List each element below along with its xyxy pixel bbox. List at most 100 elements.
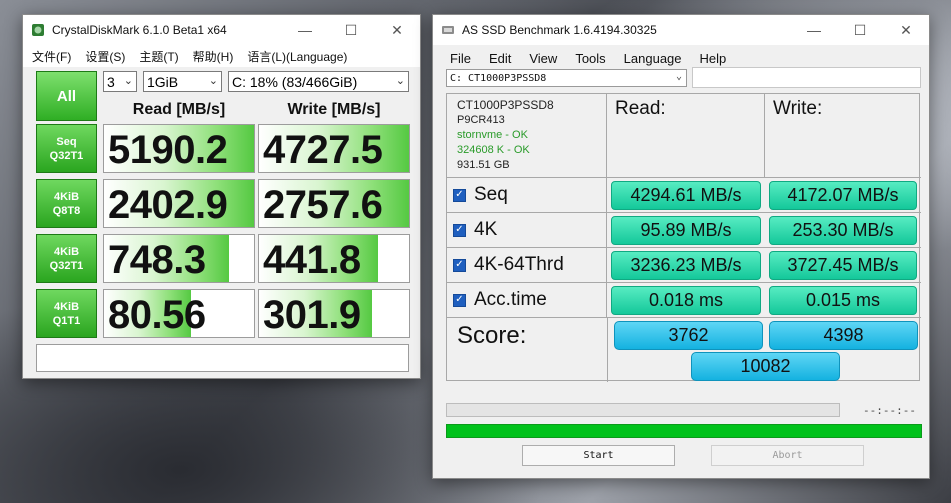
elapsed-time: --:--:--: [863, 404, 916, 417]
result-value: 748.3: [108, 238, 206, 282]
write-result: 253.30 MB/s: [769, 216, 917, 245]
drive-select-value: C: CT1000P3PSSD8: [450, 72, 547, 84]
test-4k-64thrd-checkbox[interactable]: ✓ 4K-64Thrd: [447, 248, 607, 282]
row-label-line2: Q32T1: [49, 259, 84, 272]
as-ssd-window: AS SSD Benchmark 1.6.4194.30325 — ☐ ✕ Fi…: [432, 14, 930, 479]
chevron-down-icon: ⌄: [208, 75, 218, 87]
read-result: 95.89 MB/s: [611, 216, 761, 245]
test-seq-q32t1-button[interactable]: Seq Q32T1: [36, 124, 97, 173]
drive-info-field: [692, 67, 921, 88]
score-section: Score: 3762 4398 10082: [447, 318, 921, 382]
as-ssd-titlebar[interactable]: AS SSD Benchmark 1.6.4194.30325 — ☐ ✕: [433, 15, 929, 45]
read-result: 4294.61 MB/s: [611, 181, 761, 210]
maximize-icon[interactable]: ☐: [328, 15, 374, 45]
menu-settings[interactable]: 设置(S): [78, 48, 132, 65]
menu-language[interactable]: Language: [615, 51, 691, 66]
checkmark-icon: ✓: [453, 223, 466, 237]
menu-file[interactable]: File: [441, 51, 480, 66]
result-value: 441.8: [263, 238, 361, 282]
score-read: 3762: [614, 321, 763, 350]
row-label-line1: 4KiB: [53, 245, 80, 258]
maximize-icon[interactable]: ☐: [837, 15, 883, 45]
run-all-button[interactable]: All: [36, 71, 97, 121]
read-column-header: Read:: [607, 94, 765, 178]
menu-theme[interactable]: 主题(T): [132, 48, 185, 65]
menu-view[interactable]: View: [520, 51, 566, 66]
close-icon[interactable]: ✕: [883, 15, 929, 45]
result-read-cell: 5190.2: [103, 124, 255, 173]
drive-select[interactable]: C: CT1000P3PSSD8 ⌄: [446, 69, 687, 87]
result-value: 5190.2: [108, 128, 228, 172]
menu-help[interactable]: Help: [691, 51, 736, 66]
menu-edit[interactable]: Edit: [480, 51, 520, 66]
test-4kib-q8t8-button[interactable]: 4KiB Q8T8: [36, 179, 97, 228]
row-label-line1: Seq: [56, 135, 77, 148]
score-divider: [607, 318, 608, 382]
checkmark-icon: ✓: [453, 188, 466, 202]
test-4kib-q1t1-button[interactable]: 4KiB Q1T1: [36, 289, 97, 338]
crystaldiskmark-app-icon: [32, 24, 44, 36]
drive-model: CT1000P3PSSD8: [457, 98, 554, 112]
benchmark-grid: CT1000P3PSSD8 P9CR413 stornvme - OK 3246…: [446, 93, 921, 382]
test-count-value: 3: [107, 73, 115, 90]
menu-help[interactable]: 帮助(H): [186, 48, 241, 65]
menu-tools[interactable]: Tools: [566, 51, 614, 66]
result-write-cell: 441.8: [258, 234, 410, 283]
close-icon[interactable]: ✕: [374, 15, 420, 45]
write-result: 4172.07 MB/s: [769, 181, 917, 210]
test-4kib-q32t1-button[interactable]: 4KiB Q32T1: [36, 234, 97, 283]
test-name-label: Seq: [474, 184, 508, 205]
result-read-cell: 2402.9: [103, 179, 255, 228]
minimize-icon[interactable]: —: [791, 15, 837, 45]
score-total: 10082: [691, 352, 840, 381]
test-4k-checkbox[interactable]: ✓ 4K: [447, 213, 607, 247]
cdm-titlebar[interactable]: CrystalDiskMark 6.1.0 Beta1 x64 — ☐ ✕: [23, 15, 420, 45]
cdm-menubar: 文件(F) 设置(S) 主题(T) 帮助(H) 语言(L)(Language): [23, 45, 420, 67]
test-name-label: 4K-64Thrd: [474, 254, 564, 275]
test-row: ✓ 4K 95.89 MB/s 253.30 MB/s: [447, 213, 921, 248]
as-ssd-window-title: AS SSD Benchmark 1.6.4194.30325: [462, 23, 657, 37]
result-write-cell: 301.9: [258, 289, 410, 338]
test-name-label: 4K: [474, 219, 498, 240]
total-progress-bar: [446, 424, 922, 438]
drive-select[interactable]: C: 18% (83/466GiB) ⌄: [228, 71, 409, 92]
abort-button[interactable]: Abort: [711, 445, 864, 466]
start-button[interactable]: Start: [522, 445, 675, 466]
test-count-select[interactable]: 3 ⌄: [103, 71, 137, 92]
checkmark-icon: ✓: [453, 293, 466, 307]
result-read-cell: 748.3: [103, 234, 255, 283]
read-result: 0.018 ms: [611, 286, 761, 315]
menu-file[interactable]: 文件(F): [25, 48, 78, 65]
test-row: ✓ Acc.time 0.018 ms 0.015 ms: [447, 283, 921, 318]
drive-value: C: 18% (83/466GiB): [232, 73, 358, 90]
test-seq-checkbox[interactable]: ✓ Seq: [447, 178, 607, 212]
result-value: 2757.6: [263, 183, 383, 227]
cdm-body: All 3 ⌄ 1GiB ⌄ C: 18% (83/466GiB) ⌄ Read…: [23, 67, 420, 378]
menu-language[interactable]: 语言(L)(Language): [240, 48, 354, 65]
test-progress-bar: [446, 403, 840, 417]
minimize-icon[interactable]: —: [282, 15, 328, 45]
result-write-cell: 2757.6: [258, 179, 410, 228]
read-result: 3236.23 MB/s: [611, 251, 761, 280]
driver-status: stornvme - OK: [457, 129, 528, 141]
drive-info-panel: CT1000P3PSSD8 P9CR413 stornvme - OK 3246…: [447, 94, 607, 178]
write-result: 0.015 ms: [769, 286, 917, 315]
row-label-line1: 4KiB: [53, 190, 80, 203]
row-label-line2: Q32T1: [49, 149, 84, 162]
row-label-line1: 4KiB: [53, 300, 80, 313]
test-row: ✓ 4K-64Thrd 3236.23 MB/s 3727.45 MB/s: [447, 248, 921, 283]
result-value: 301.9: [263, 293, 361, 337]
checkmark-icon: ✓: [453, 258, 466, 272]
test-size-select[interactable]: 1GiB ⌄: [143, 71, 222, 92]
write-column-header: Write:: [765, 94, 921, 178]
test-acc-time-checkbox[interactable]: ✓ Acc.time: [447, 283, 607, 317]
chevron-down-icon: ⌄: [395, 75, 405, 87]
result-value: 80.56: [108, 293, 206, 337]
test-size-value: 1GiB: [147, 73, 179, 90]
result-write-cell: 4727.5: [258, 124, 410, 173]
write-column-header: Write [MB/s]: [287, 101, 381, 118]
comment-field[interactable]: [36, 344, 409, 372]
score-label: Score:: [457, 322, 527, 349]
read-column-header: Read [MB/s]: [132, 101, 226, 118]
result-read-cell: 80.56: [103, 289, 255, 338]
